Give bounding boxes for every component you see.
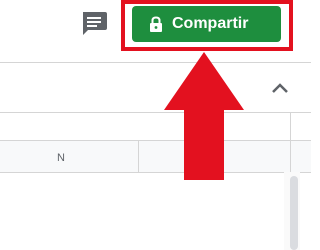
column-header-row	[0, 140, 311, 172]
grid-line	[138, 140, 139, 172]
comment-icon[interactable]	[79, 10, 109, 38]
divider	[0, 112, 311, 113]
chevron-up-icon[interactable]	[268, 78, 292, 98]
highlight-box	[121, 0, 293, 51]
arrow-up-annotation	[164, 52, 244, 180]
toolbar: Compartir	[0, 0, 311, 62]
grid-line	[0, 172, 311, 173]
column-header-n[interactable]: N	[55, 152, 67, 164]
scrollbar-thumb[interactable]	[290, 176, 298, 250]
grid-line	[0, 140, 311, 141]
divider	[0, 62, 311, 63]
